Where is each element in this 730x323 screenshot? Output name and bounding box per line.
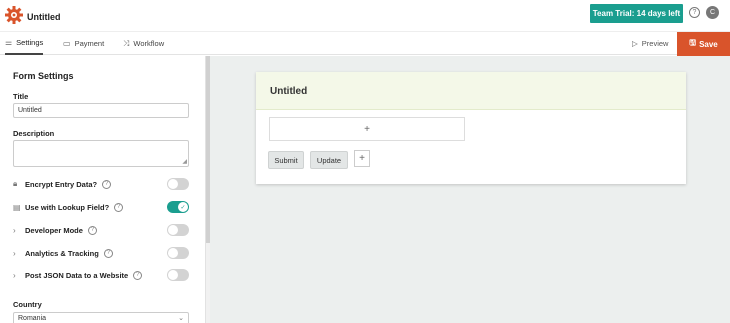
sidebar-heading: Form Settings [13, 71, 74, 81]
shuffle-icon: ⤨ [123, 38, 130, 48]
update-button[interactable]: Update [310, 151, 348, 169]
help-icon[interactable]: ? [87, 225, 97, 235]
developer-toggle[interactable] [167, 224, 189, 236]
add-field-button[interactable]: + [269, 117, 465, 141]
settings-sidebar: Form Settings Title Untitled Description… [0, 56, 206, 323]
toggle-label: Encrypt Entry Data? [25, 179, 98, 189]
play-icon: ▷ [632, 39, 638, 48]
add-button[interactable]: + [354, 150, 370, 167]
help-icon[interactable]: ? [133, 270, 143, 280]
toggle-label: Developer Mode [25, 225, 83, 235]
submit-button[interactable]: Submit [268, 151, 304, 169]
card-icon: ▭ [63, 39, 71, 48]
tab-label: Payment [74, 39, 105, 48]
tab-settings[interactable]: ⚌ Settings [5, 32, 44, 55]
chevron-right-icon: › [13, 248, 16, 258]
toggle-row-developer[interactable]: › Developer Mode ? [13, 223, 189, 237]
toggle-label: Use with Lookup Field? [25, 202, 110, 212]
lookup-icon: ▤ [13, 202, 21, 212]
chevron-down-icon: ⌄ [178, 315, 184, 322]
help-icon[interactable]: ? [689, 7, 700, 18]
preview-button[interactable]: ▷ Preview [632, 32, 668, 55]
toggle-knob [168, 270, 178, 280]
tab-label: Workflow [133, 39, 165, 48]
help-icon[interactable]: ? [102, 179, 112, 189]
lock-icon: 🔒︎ [13, 179, 18, 188]
toggle-knob [168, 248, 178, 258]
sliders-icon: ⚌ [5, 38, 13, 47]
description-textarea[interactable]: ◢ [13, 140, 189, 167]
save-label: Save [699, 39, 718, 49]
form-header[interactable]: Untitled [256, 72, 686, 110]
app-header: Untitled Team Trial: 14 days left ? C [0, 0, 730, 31]
save-icon: 🖫 [689, 38, 697, 47]
preview-label: Preview [641, 39, 669, 48]
toggle-knob [168, 225, 178, 235]
lookup-toggle[interactable]: ✓ [167, 201, 189, 213]
tab-workflow[interactable]: ⤨ Workflow [123, 32, 164, 55]
toggle-label: Post JSON Data to a Website [25, 270, 129, 280]
title-input[interactable]: Untitled [13, 103, 189, 118]
team-trial-badge[interactable]: Team Trial: 14 days left [590, 4, 683, 23]
description-label: Description [13, 129, 55, 138]
app-title: Untitled [27, 12, 61, 22]
toggle-label: Analytics & Tracking [25, 248, 99, 258]
toggle-row-encrypt: 🔒︎ Encrypt Entry Data? ? [13, 177, 189, 191]
resize-grip-icon[interactable]: ◢ [182, 159, 187, 165]
encrypt-toggle[interactable] [167, 178, 189, 190]
form-card: Untitled + Submit Update + [256, 72, 686, 184]
toggle-row-lookup: ▤ Use with Lookup Field? ? ✓ [13, 200, 189, 214]
toggle-row-post-json[interactable]: › Post JSON Data to a Website ? [13, 268, 189, 282]
country-label: Country [13, 300, 42, 309]
country-value: Romania [18, 315, 47, 322]
help-icon[interactable]: ? [114, 202, 124, 212]
tab-label: Settings [16, 38, 44, 47]
form-title: Untitled [270, 86, 308, 97]
title-label: Title [13, 92, 29, 101]
avatar[interactable]: C [706, 6, 719, 19]
post-json-toggle[interactable] [167, 269, 189, 281]
form-canvas: Untitled + Submit Update + [210, 56, 730, 323]
toggle-knob [168, 179, 178, 189]
toolbar: ⚌ Settings ▭ Payment ⤨ Workflow ▷ Previe… [0, 31, 730, 56]
chevron-right-icon: › [13, 270, 16, 280]
help-icon[interactable]: ? [103, 248, 113, 258]
tab-payment[interactable]: ▭ Payment [63, 32, 104, 55]
check-icon: ✓ [178, 202, 188, 212]
country-select[interactable]: Romania ⌄ [13, 312, 189, 323]
toggle-row-analytics[interactable]: › Analytics & Tracking ? [13, 246, 189, 260]
gear-logo-icon[interactable] [4, 5, 24, 25]
save-button[interactable]: 🖫 Save [677, 32, 730, 56]
analytics-toggle[interactable] [167, 247, 189, 259]
chevron-right-icon: › [13, 225, 16, 235]
